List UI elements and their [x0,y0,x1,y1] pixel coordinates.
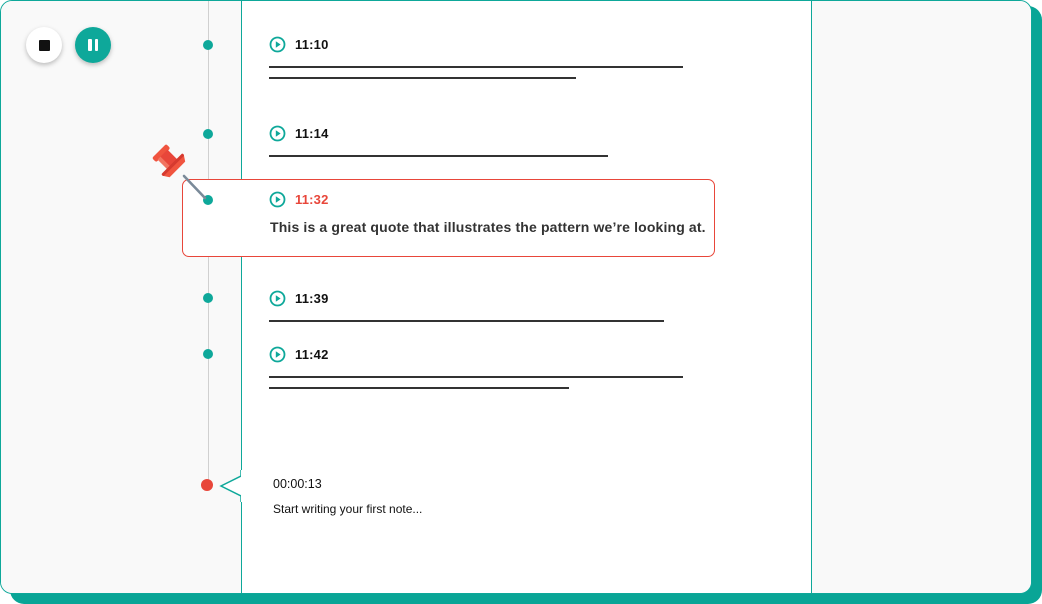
text-placeholder-line [269,376,683,378]
stop-icon [38,39,50,51]
stop-button[interactable] [26,27,62,63]
pinned-note-card[interactable] [182,179,715,257]
play-icon[interactable] [269,125,286,142]
play-icon[interactable] [269,191,286,208]
play-icon[interactable] [269,346,286,363]
text-placeholder-line [269,387,569,389]
text-placeholder-line [269,155,608,157]
timeline-dot[interactable] [203,129,213,139]
note-entry[interactable]: 11:42 [269,346,683,389]
text-placeholder-line [269,320,664,322]
play-icon[interactable] [269,290,286,307]
entry-time: 11:10 [295,37,329,52]
play-icon[interactable] [269,36,286,53]
entry-time: 11:42 [295,347,329,362]
text-placeholder-line [269,66,683,68]
note-entry[interactable]: 11:39 [269,290,664,322]
note-entry[interactable]: 11:10 [269,36,683,79]
pinned-quote-text: This is a great quote that illustrates t… [270,219,706,235]
entry-time: 11:32 [295,192,329,207]
pause-icon [88,39,98,51]
text-placeholder-line [269,77,576,79]
timeline-dot[interactable] [203,293,213,303]
pause-button[interactable] [75,27,111,63]
entry-time: 11:39 [295,291,329,306]
timeline-pointer [219,470,243,502]
note-entry[interactable]: 11:14 [269,125,608,157]
timeline-dot[interactable] [203,349,213,359]
entry-time: 11:14 [295,126,329,141]
elapsed-time: 00:00:13 [273,477,322,491]
current-position-dot [201,479,213,491]
timeline-dot[interactable] [203,40,213,50]
pushpin-icon [152,144,207,200]
note-input[interactable] [273,502,673,516]
note-entry-pinned[interactable]: 11:32 [269,191,329,208]
right-panel [812,1,1031,593]
